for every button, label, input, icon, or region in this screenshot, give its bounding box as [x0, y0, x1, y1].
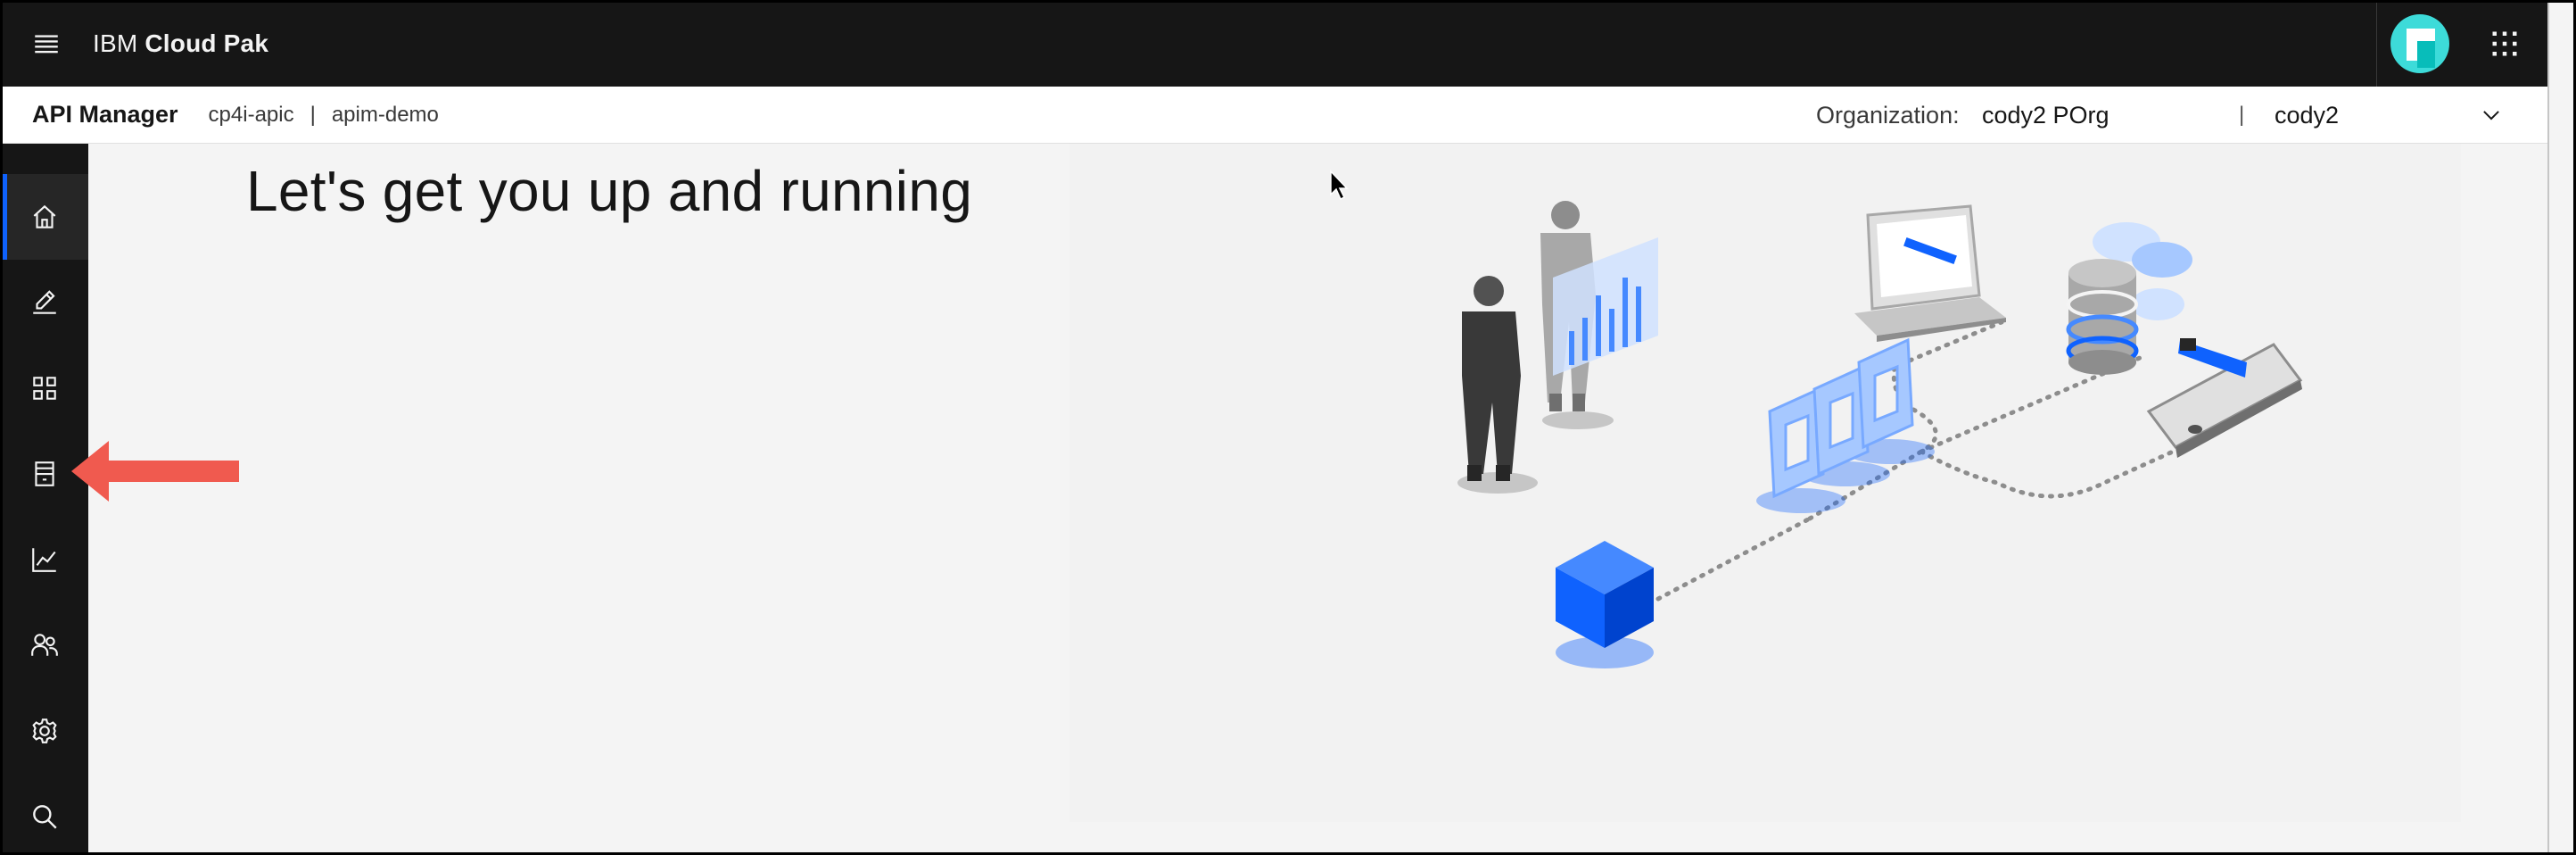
- sub-header: API Manager cp4i-apic | apim-demo Organi…: [0, 87, 2547, 144]
- getting-started-illustration: [1069, 144, 2461, 822]
- top-header: IBM Cloud Pak: [0, 0, 2547, 87]
- app-switcher-grid-icon: [2492, 31, 2517, 55]
- crumb-separator: |: [310, 102, 316, 127]
- crumb-instance[interactable]: apim-demo: [332, 103, 439, 128]
- window-scrollbar-gutter[interactable]: [2547, 0, 2576, 855]
- user-avatar-button[interactable]: [2376, 0, 2462, 87]
- chevron-down-icon: [2483, 111, 2499, 120]
- header-divider: |: [2239, 103, 2245, 127]
- breadcrumb: cp4i-apic | apim-demo: [209, 103, 439, 128]
- nav-item-analytics[interactable]: [0, 517, 88, 602]
- grid-apps-icon: [32, 377, 56, 400]
- analytics-chart-icon: [31, 548, 56, 572]
- crumb-namespace[interactable]: cp4i-apic: [209, 103, 294, 128]
- header-actions: [2376, 0, 2547, 87]
- brand-name: Cloud Pak: [144, 29, 269, 57]
- nav-item-search[interactable]: [0, 774, 88, 855]
- hamburger-menu-button[interactable]: [0, 0, 93, 87]
- nav-item-home[interactable]: [0, 174, 88, 260]
- organization-label: Organization:: [1816, 101, 1960, 129]
- product-brand[interactable]: IBM Cloud Pak: [93, 29, 268, 58]
- nav-item-settings[interactable]: [0, 688, 88, 774]
- annotation-arrow: [71, 441, 239, 502]
- app-switcher-button[interactable]: [2462, 0, 2547, 87]
- settings-gear-icon: [31, 718, 57, 743]
- brand-prefix: IBM: [93, 29, 138, 57]
- catalog-icon: [34, 461, 54, 486]
- home-icon: [33, 204, 55, 228]
- nav-item-members[interactable]: [0, 602, 88, 688]
- app-title[interactable]: API Manager: [32, 101, 178, 129]
- page-title: Let's get you up and running: [246, 159, 973, 223]
- space-selector-value: cody2: [2275, 101, 2340, 129]
- hamburger-menu-icon: [35, 34, 58, 53]
- search-icon: [32, 805, 57, 829]
- user-avatar-icon: [2390, 13, 2449, 73]
- mouse-cursor-icon: [1330, 170, 1349, 201]
- blue-cube-graphic: [1556, 541, 1654, 668]
- main-content: Let's get you up and running: [88, 144, 2547, 855]
- edit-pencil-icon: [32, 290, 56, 314]
- space-selector[interactable]: cody2: [2275, 87, 2512, 144]
- organization-value[interactable]: cody2 POrg: [1982, 87, 2110, 144]
- nav-item-develop[interactable]: [0, 260, 88, 345]
- nav-item-manage[interactable]: [0, 345, 88, 431]
- users-icon: [30, 634, 58, 656]
